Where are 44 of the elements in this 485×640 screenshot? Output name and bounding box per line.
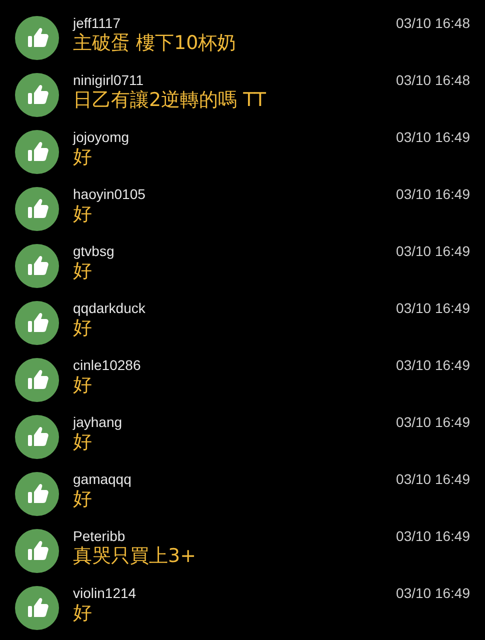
comment-text: 好 <box>73 487 92 510</box>
thumbs-up-icon <box>15 16 59 60</box>
timestamp: 03/10 16:49 <box>396 356 470 372</box>
username: gamaqqq <box>73 470 132 486</box>
username: qqdarkduck <box>73 300 146 316</box>
timestamp: 03/10 16:48 <box>396 14 470 30</box>
comment-text: 好 <box>73 259 92 282</box>
username: ninigirl0711 <box>73 72 144 88</box>
thumbs-up-icon <box>15 586 59 630</box>
timestamp: 03/10 16:48 <box>396 72 470 88</box>
thumbs-up-icon <box>15 186 59 230</box>
comment-text: 好 <box>73 430 92 454</box>
thumbs-up-icon <box>15 472 59 516</box>
username: jojoyomg <box>73 128 130 144</box>
thumbs-up-icon <box>15 300 59 344</box>
timestamp: 03/10 16:49 <box>396 300 470 316</box>
comment-text: 主破蛋 樓下10杯奶 <box>73 31 236 54</box>
timestamp: 03/10 16:49 <box>396 128 470 144</box>
thumbs-up-icon <box>15 130 59 174</box>
username: gtvbsg <box>73 242 114 258</box>
timestamp: 03/10 16:49 <box>396 584 470 600</box>
username: Peteribb <box>73 528 126 544</box>
username: haoyin0105 <box>73 186 146 202</box>
comment-text: 真哭只買上3+ <box>73 544 196 568</box>
comment-text: 日乙有讓2逆轉的嗎 TT <box>73 88 266 112</box>
comment-text: 好 <box>73 316 92 340</box>
username: jeff1117 <box>73 14 120 30</box>
thumbs-up-icon <box>15 358 59 402</box>
timestamp: 03/10 16:49 <box>396 186 470 202</box>
thumbs-up-icon <box>15 244 59 288</box>
timestamp: 03/10 16:49 <box>396 528 470 544</box>
username: violin1214 <box>73 584 136 600</box>
comment-text: 好 <box>73 600 92 624</box>
thumbs-up-icon <box>15 72 59 116</box>
timestamp: 03/10 16:49 <box>396 414 470 430</box>
timestamp: 03/10 16:49 <box>396 242 470 258</box>
thumbs-up-icon <box>15 414 59 458</box>
comment-text: 好 <box>73 145 92 168</box>
username: cinle10286 <box>73 356 141 372</box>
thumbs-up-icon <box>15 528 59 572</box>
timestamp: 03/10 16:49 <box>396 470 470 486</box>
comment-text: 好 <box>73 202 92 226</box>
username: jayhang <box>73 414 122 430</box>
comment-text: 好 <box>73 372 92 396</box>
